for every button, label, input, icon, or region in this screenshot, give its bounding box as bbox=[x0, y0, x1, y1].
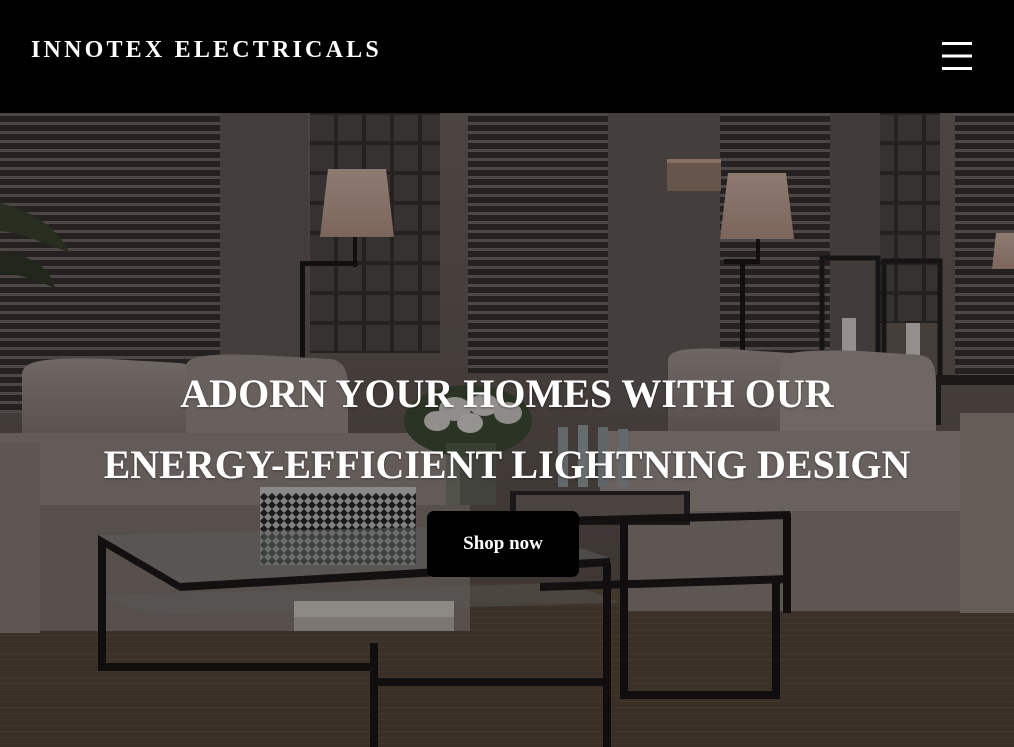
hero-headline-line-2: ENERGY-EFFICIENT LIGHTNING DESIGN bbox=[103, 442, 911, 487]
hamburger-menu-icon[interactable] bbox=[940, 40, 974, 72]
hero-background-image bbox=[0, 113, 1014, 747]
brand-logo[interactable]: INNOTEX ELECTRICALS bbox=[31, 38, 382, 62]
hero-headline-line-1: ADORN YOUR HOMES WITH OUR bbox=[180, 371, 834, 416]
hero-section: ADORN YOUR HOMES WITH OUR ENERGY-EFFICIE… bbox=[0, 113, 1014, 747]
shop-now-button[interactable]: Shop now bbox=[427, 511, 579, 577]
site-header: INNOTEX ELECTRICALS bbox=[0, 0, 1014, 113]
page: INNOTEX ELECTRICALS ADORN YOUR HOMES WIT… bbox=[0, 0, 1014, 747]
